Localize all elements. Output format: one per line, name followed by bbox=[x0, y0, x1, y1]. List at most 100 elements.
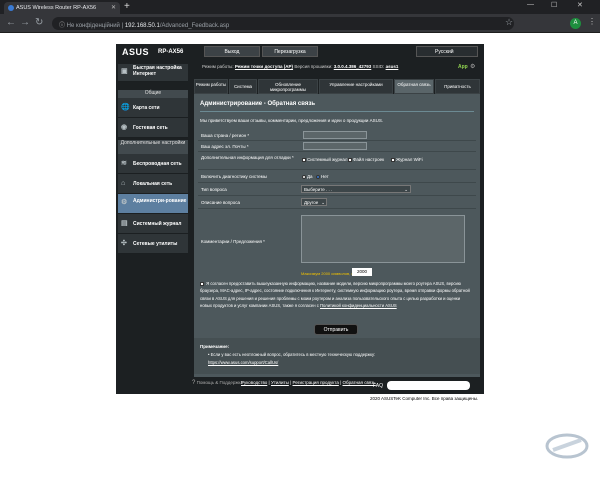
country-input[interactable] bbox=[303, 131, 367, 139]
page-title: Администрирование - Обратная связь bbox=[200, 101, 316, 107]
note-title: Примечание: bbox=[200, 344, 230, 349]
url-input[interactable]: ⓘ Не конфіденційний | 192.168.50.1/Advan… bbox=[52, 17, 514, 30]
browser-tab[interactable]: ASUS Wireless Router RP-AX56 ✕ bbox=[4, 2, 120, 14]
logout-button[interactable]: Выход bbox=[204, 46, 260, 57]
country-row: Ваша страна / регион * bbox=[198, 130, 476, 141]
tab-close-icon[interactable]: ✕ bbox=[111, 4, 116, 11]
forward-icon[interactable]: → bbox=[20, 17, 30, 29]
maximize-icon[interactable]: ☐ bbox=[551, 1, 557, 9]
tab-firmware[interactable]: Обновление микропрограммы bbox=[258, 79, 318, 94]
privacy-policy-link[interactable]: Политикой конфиденциальности ASUS bbox=[320, 303, 397, 308]
utility-link[interactable]: Утилиты bbox=[271, 380, 289, 385]
sidebar-item-system-log[interactable]: ▤ Системный журнал bbox=[118, 214, 188, 234]
bookmark-star-icon[interactable]: ☆ bbox=[505, 17, 513, 28]
help-icon: ? bbox=[192, 380, 196, 386]
faq-label: FAQ bbox=[373, 383, 384, 389]
sidebar-item-network-map[interactable]: 🌐 Карта сети bbox=[118, 98, 188, 118]
diag-no-radio[interactable]: Нет bbox=[316, 174, 329, 179]
log-icon: ▤ bbox=[121, 220, 128, 227]
chevron-down-icon: ⌄ bbox=[404, 187, 408, 192]
tab-privacy[interactable]: Приватность bbox=[435, 79, 480, 94]
settings-checkbox[interactable]: Файл настроек bbox=[348, 157, 384, 162]
note-text: • Если у вас есть неотложный вопрос, обр… bbox=[208, 352, 376, 357]
tab-feedback[interactable]: Обратная связь bbox=[394, 79, 434, 94]
diag-row: Включить диагностику системы Да Нет bbox=[198, 170, 476, 183]
url-host: 192.168.50.1 bbox=[124, 23, 160, 29]
sidebar-item-quick-setup[interactable]: ▣ Быстрая настройка Интернет bbox=[118, 64, 188, 82]
status-icon: ⚙ bbox=[470, 64, 476, 70]
registration-link[interactable]: Регистрация продукта bbox=[293, 380, 339, 385]
question-type-row: Тип вопроса Выберите . . . ⌄ bbox=[198, 183, 476, 196]
note-box: Примечание: • Если у вас есть неотложный… bbox=[194, 338, 480, 374]
tab-title: ASUS Wireless Router RP-AX56 bbox=[16, 5, 97, 11]
app-link[interactable]: App bbox=[458, 64, 468, 70]
tab-system[interactable]: Система bbox=[229, 79, 257, 94]
sidebar-item-wireless[interactable]: ≋ Беспроводная сеть bbox=[118, 154, 188, 174]
faq-search-input[interactable] bbox=[387, 381, 470, 390]
url-path: /Advanced_Feedback.asp bbox=[159, 23, 230, 29]
comment-label: Комментарии / Предложения * bbox=[201, 239, 265, 244]
support-link[interactable]: https://www.asus.com/support/CallUs/ bbox=[208, 360, 278, 365]
wizard-icon: ▣ bbox=[121, 68, 128, 75]
email-row: Ваш адрес эл. Почты * bbox=[198, 141, 476, 152]
back-icon[interactable]: ← bbox=[6, 17, 16, 29]
sidebar-item-guest-network[interactable]: ◉ Гостевая сеть bbox=[118, 118, 188, 138]
browser-menu-icon[interactable]: ⋮ bbox=[588, 17, 596, 26]
comment-textarea[interactable] bbox=[301, 215, 465, 263]
browser-tab-bar: ASUS Wireless Router RP-AX56 ✕ + — ☐ ✕ bbox=[0, 0, 600, 14]
email-label: Ваш адрес эл. Почты * bbox=[201, 144, 249, 149]
copyright: 2020 ASUSTeK Computer Inc. Все права защ… bbox=[370, 396, 479, 401]
status-line: Режим работы: Режим точки доступа (AP) В… bbox=[202, 64, 398, 69]
footer-links: Руководство | Утилиты | Регистрация прод… bbox=[241, 380, 376, 385]
email-field[interactable] bbox=[303, 142, 367, 150]
diag-label: Включить диагностику системы bbox=[201, 174, 267, 179]
feedback-link[interactable]: Обратная связь bbox=[343, 380, 376, 385]
question-desc-select[interactable]: Другое ⌄ bbox=[301, 198, 327, 206]
fw-label: Версия прошивки: bbox=[294, 64, 333, 69]
sidebar-item-administration[interactable]: ⚙ Администри-рование bbox=[118, 194, 188, 214]
sidebar-item-network-tools[interactable]: ✣ Сетевые утилиты bbox=[118, 234, 188, 254]
window-close-icon[interactable]: ✕ bbox=[577, 1, 583, 9]
diag-yes-radio[interactable]: Да bbox=[302, 174, 313, 179]
help-support[interactable]: ? Помощь & Поддержка bbox=[192, 380, 243, 386]
ssid-link[interactable]: asus1 bbox=[386, 64, 399, 69]
reboot-button[interactable]: Перезагрузка bbox=[262, 46, 318, 57]
tools-icon: ✣ bbox=[121, 240, 127, 247]
guest-icon: ◉ bbox=[121, 124, 128, 131]
extra-info-label: Дополнительная информация для отладки * bbox=[201, 155, 294, 160]
footer: ? Помощь & Поддержка Руководство | Утили… bbox=[116, 377, 484, 394]
country-label: Ваша страна / регион * bbox=[201, 133, 250, 138]
address-bar: ← → ↻ ⓘ Не конфіденційний | 192.168.50.1… bbox=[0, 14, 600, 33]
feedback-panel: Администрирование - Обратная связь Мы пр… bbox=[194, 94, 480, 378]
chars-left-field: 2000 bbox=[352, 268, 372, 276]
language-select[interactable]: Русский bbox=[416, 46, 478, 57]
minimize-icon[interactable]: — bbox=[527, 1, 534, 8]
fw-link[interactable]: 3.0.0.4.386_42793 bbox=[334, 64, 372, 69]
agreement-text: Я согласен предоставить вышеуказанную ин… bbox=[200, 281, 470, 309]
house-icon: ⌂ bbox=[121, 180, 126, 187]
agree-checkbox[interactable] bbox=[200, 281, 204, 286]
syslog-checkbox[interactable]: Системный журнал bbox=[302, 157, 347, 162]
wifi-icon: ≋ bbox=[121, 160, 127, 167]
watermark-logo-icon bbox=[545, 433, 589, 459]
avatar[interactable]: A bbox=[570, 18, 581, 29]
question-type-select[interactable]: Выберите . . . ⌄ bbox=[301, 185, 411, 193]
question-desc-label: Описание вопроса bbox=[201, 200, 240, 205]
tab-settings[interactable]: Управление настройками bbox=[319, 79, 393, 94]
new-tab-icon[interactable]: + bbox=[124, 1, 130, 12]
globe-icon: 🌐 bbox=[121, 104, 130, 111]
reload-icon[interactable]: ↻ bbox=[35, 17, 43, 29]
wifi-log-checkbox[interactable]: Журнал WiFi bbox=[391, 157, 423, 162]
send-button[interactable]: Отправить bbox=[314, 324, 358, 335]
ssid-label: SSID: bbox=[372, 64, 385, 69]
page-description: Мы приветствуем ваши отзывы, комментарии… bbox=[200, 118, 384, 123]
manual-link[interactable]: Руководство bbox=[241, 380, 267, 385]
url-security: Не конфіденційний bbox=[66, 23, 120, 29]
model-name: RP-AX56 bbox=[158, 49, 184, 55]
question-desc-row: Описание вопроса Другое ⌄ bbox=[198, 196, 476, 209]
tab-operation-mode[interactable]: Режим работы bbox=[194, 79, 228, 94]
op-mode-link[interactable]: Режим точки доступа (AP) bbox=[235, 64, 293, 69]
chevron-down-icon: ⌄ bbox=[321, 200, 325, 205]
sidebar-item-lan[interactable]: ⌂ Локальная сеть bbox=[118, 174, 188, 194]
extra-info-row: Дополнительная информация для отладки * … bbox=[198, 152, 476, 170]
